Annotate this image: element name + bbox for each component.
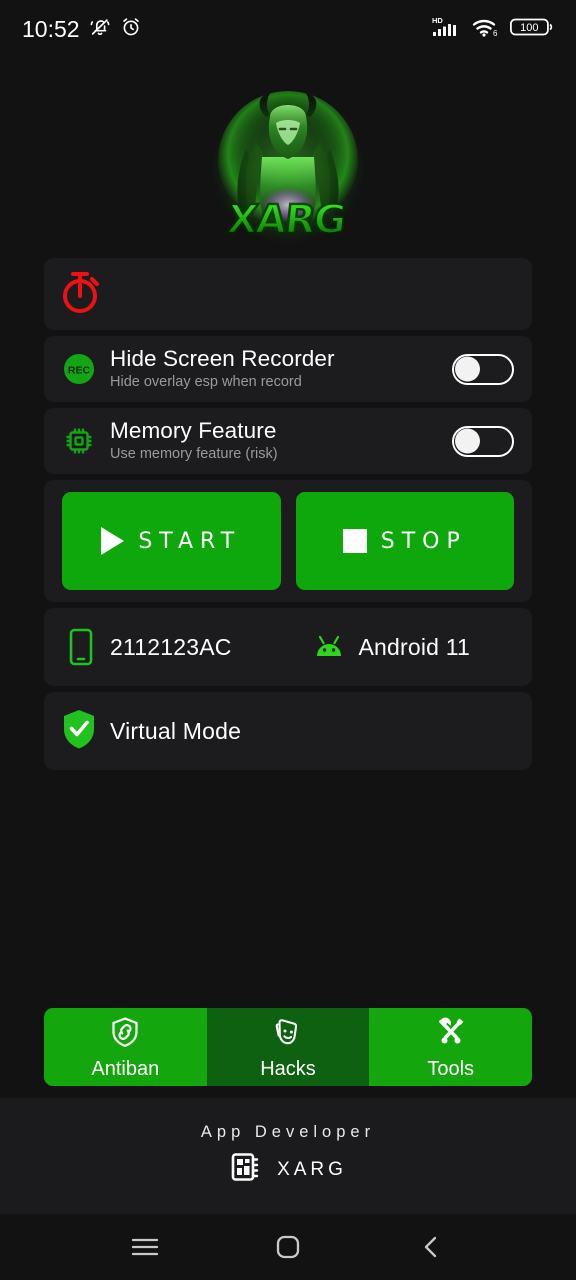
tab-tools[interactable]: Tools [369, 1008, 532, 1086]
status-bar: 10:52 HD 6 100 [0, 0, 576, 58]
footer-title: App Developer [200, 1123, 376, 1141]
stop-square-icon [342, 529, 367, 553]
chevron-left-icon[interactable] [403, 1224, 459, 1270]
action-buttons-card: START STOP [44, 480, 532, 602]
wifi6-icon: 6 [472, 15, 500, 44]
chip-board-icon [229, 1150, 263, 1189]
switch-knob [455, 428, 480, 454]
footer: App Developer XARG [0, 1098, 576, 1214]
device-os-block: Android 11 [308, 634, 470, 661]
stop-button[interactable]: STOP [295, 492, 514, 590]
stop-button-label: STOP [380, 528, 467, 554]
toggle-text-block: Hide Screen Recorder Hide overlay esp wh… [110, 346, 452, 392]
stopwatch-icon [60, 268, 102, 321]
shield-link-icon [108, 1015, 142, 1054]
start-button[interactable]: START [62, 492, 281, 590]
virtual-mode-card: Virtual Mode [44, 692, 532, 770]
toggle-title: Memory Feature [110, 417, 277, 443]
device-info-card: 2112123AC Android 11 [44, 608, 532, 686]
android-robot-icon [308, 634, 350, 660]
svg-text:HD: HD [432, 16, 443, 25]
virtual-mode-label: Virtual Mode [110, 717, 242, 744]
shield-check-icon [60, 707, 98, 756]
android-nav-bar [0, 1214, 576, 1280]
device-model: 2112123AC [110, 633, 232, 660]
app-screen: 10:52 HD 6 100 REC Hide Screen Recorder … [0, 0, 576, 1280]
start-button-label: START [138, 528, 242, 554]
main-content: REC Hide Screen Recorder Hide overlay es… [0, 258, 576, 1098]
status-bar-right: HD 6 100 [432, 15, 554, 44]
memory-chip-icon [60, 424, 98, 458]
toggle-row-hide-screen-recorder[interactable]: REC Hide Screen Recorder Hide overlay es… [44, 336, 532, 402]
theater-mask-icon [271, 1015, 305, 1054]
footer-developer-row: XARG [229, 1150, 347, 1189]
svg-text:6: 6 [493, 29, 498, 38]
tab-label: Hacks [260, 1058, 316, 1080]
svg-text:REC: REC [68, 365, 91, 377]
home-square-icon[interactable] [260, 1224, 316, 1270]
status-time: 10:52 [22, 15, 80, 42]
battery-icon: 100 [509, 16, 554, 43]
tab-label: Tools [427, 1058, 475, 1080]
toggle-subtitle: Use memory feature (risk) [110, 446, 278, 463]
play-icon [101, 527, 125, 555]
menu-icon[interactable] [117, 1224, 173, 1270]
toggle-title: Hide Screen Recorder [110, 345, 335, 371]
toggle-row-memory-feature[interactable]: Memory Feature Use memory feature (risk) [44, 408, 532, 474]
switch-knob [455, 356, 480, 382]
tools-icon [434, 1015, 468, 1054]
tab-label: Antiban [91, 1058, 160, 1080]
logo-glow [213, 92, 363, 242]
hd-signal-icon: HD [432, 15, 462, 44]
toggle-subtitle: Hide overlay esp when record [110, 374, 302, 391]
bell-mute-icon [89, 16, 111, 43]
device-model-block: 2112123AC [60, 627, 232, 667]
rec-icon: REC [60, 352, 98, 386]
memory-feature-switch[interactable] [452, 425, 514, 457]
phone-icon [60, 627, 102, 667]
alarm-icon [120, 16, 142, 43]
device-os: Android 11 [358, 633, 470, 660]
svg-text:100: 100 [520, 22, 538, 34]
tab-antiban[interactable]: Antiban [44, 1008, 207, 1086]
bottom-tab-bar: Antiban Hacks Tools [44, 1008, 532, 1086]
hide-screen-recorder-switch[interactable] [452, 353, 514, 385]
tab-hacks[interactable]: Hacks [206, 1008, 370, 1086]
app-logo: XARG [0, 58, 576, 258]
timer-card[interactable] [44, 258, 532, 330]
footer-developer-name: XARG [277, 1158, 347, 1180]
status-bar-left: 10:52 [22, 16, 142, 43]
toggle-text-block: Memory Feature Use memory feature (risk) [110, 418, 452, 464]
